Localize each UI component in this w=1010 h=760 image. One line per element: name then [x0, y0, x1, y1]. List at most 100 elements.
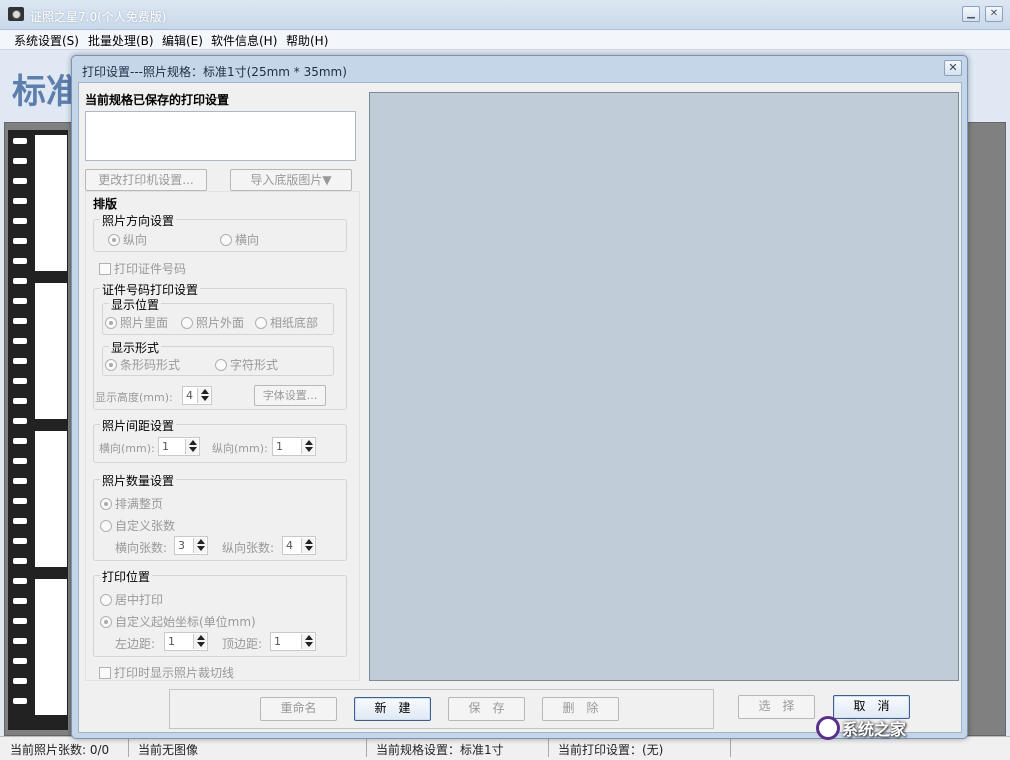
- display-position-group: 显示位置 照片里面 照片外面 相纸底部: [102, 296, 334, 335]
- select-button[interactable]: 选 择: [738, 695, 815, 719]
- spinner-arrows-icon[interactable]: [301, 439, 314, 454]
- font-settings-button[interactable]: 字体设置...: [254, 385, 326, 406]
- print-settings-dialog: 打印设置---照片规格：标准1寸(25mm * 35mm) ✕ 当前规格已保存的…: [71, 55, 968, 739]
- spacing-group: 照片间距设置 横向(mm): 1 纵向(mm): 1: [93, 417, 347, 463]
- cut-line-checkbox[interactable]: 打印时显示照片裁切线: [99, 664, 234, 681]
- new-button[interactable]: 新 建: [354, 697, 431, 721]
- film-frame[interactable]: [34, 578, 68, 716]
- spinner-arrows-icon[interactable]: [197, 388, 210, 403]
- status-separator: [730, 739, 731, 757]
- display-height-stepper[interactable]: 4: [182, 386, 212, 405]
- spinner-arrows-icon[interactable]: [301, 538, 314, 553]
- film-hole: [13, 438, 27, 444]
- spacing-v-label: 纵向(mm):: [212, 442, 268, 455]
- film-hole: [13, 238, 27, 244]
- save-button[interactable]: 保 存: [448, 697, 525, 721]
- spinner-arrows-icon[interactable]: [193, 634, 206, 649]
- dialog-close-button[interactable]: ✕: [944, 60, 962, 76]
- menu-system-settings[interactable]: 系统设置(S): [14, 32, 79, 49]
- radio-selected-icon: [105, 317, 117, 329]
- watermark-logo-icon: [816, 716, 840, 740]
- film-hole: [13, 558, 27, 564]
- pos-outside-option[interactable]: 照片外面: [181, 314, 244, 331]
- form-char-option[interactable]: 字符形式: [215, 356, 278, 373]
- radio-selected-icon: [105, 359, 117, 371]
- pos-inside-option[interactable]: 照片里面: [105, 314, 168, 331]
- h-count-label: 横向张数:: [115, 541, 168, 555]
- cut-line-label: 打印时显示照片裁切线: [114, 666, 235, 680]
- pos-inside-label: 照片里面: [120, 316, 169, 330]
- status-photo-count: 当前照片张数: 0/0: [10, 743, 110, 757]
- left-margin-stepper[interactable]: 1: [164, 632, 208, 651]
- radio-icon: [181, 317, 193, 329]
- import-background-button[interactable]: 导入底版图片▼: [230, 169, 352, 191]
- landscape-label: 横向: [235, 233, 260, 247]
- film-frame[interactable]: [34, 282, 68, 420]
- menu-software-info[interactable]: 软件信息(H): [211, 32, 277, 49]
- radio-icon: [100, 520, 112, 532]
- menu-edit[interactable]: 编辑(E): [162, 32, 203, 49]
- print-id-checkbox[interactable]: 打印证件号码: [99, 260, 186, 277]
- custom-count-option[interactable]: 自定义张数: [100, 517, 175, 534]
- film-hole: [13, 198, 27, 204]
- change-printer-button[interactable]: 更改打印机设置...: [85, 169, 207, 191]
- film-frame[interactable]: [34, 134, 68, 272]
- top-margin-value: 1: [274, 635, 281, 648]
- portrait-label: 纵向: [123, 233, 148, 247]
- film-hole: [13, 498, 27, 504]
- film-hole: [13, 458, 27, 464]
- film-frame[interactable]: [34, 430, 68, 568]
- spinner-arrows-icon[interactable]: [193, 538, 206, 553]
- film-hole: [13, 538, 27, 544]
- h-count-stepper[interactable]: 3: [174, 536, 208, 555]
- film-hole: [13, 358, 27, 364]
- film-hole: [13, 378, 27, 384]
- status-spec: 当前规格设置：标准1寸: [376, 743, 504, 757]
- saved-settings-list[interactable]: [85, 111, 356, 161]
- custom-coords-option[interactable]: 自定义起始坐标(单位mm): [100, 613, 256, 630]
- spinner-arrows-icon[interactable]: [301, 634, 314, 649]
- film-hole: [13, 338, 27, 344]
- print-id-label: 打印证件号码: [114, 262, 187, 276]
- close-window-button[interactable]: ✕: [985, 6, 1003, 22]
- center-print-option[interactable]: 居中打印: [100, 591, 163, 608]
- film-hole: [13, 598, 27, 604]
- film-hole: [13, 578, 27, 584]
- orientation-landscape-option[interactable]: 横向: [220, 231, 259, 248]
- rename-button[interactable]: 重命名: [260, 697, 337, 721]
- v-count-stepper[interactable]: 4: [282, 536, 316, 555]
- orientation-label: 照片方向设置: [100, 212, 177, 229]
- film-hole: [13, 138, 27, 144]
- saved-settings-title: 当前规格已保存的打印设置: [85, 93, 230, 107]
- menu-batch[interactable]: 批量处理(B): [88, 32, 154, 49]
- film-hole: [13, 258, 27, 264]
- spinner-arrows-icon[interactable]: [185, 439, 198, 454]
- status-print: 当前打印设置：(无): [558, 743, 664, 757]
- film-hole: [13, 158, 27, 164]
- minimize-button[interactable]: ▁: [962, 6, 980, 22]
- orientation-portrait-option[interactable]: 纵向: [108, 231, 147, 248]
- custom-coords-label: 自定义起始坐标(单位mm): [115, 615, 256, 629]
- main-window-title: 证照之星7.0(个人免费版): [30, 10, 167, 24]
- spacing-h-label: 横向(mm):: [99, 442, 155, 455]
- pos-outside-label: 照片外面: [196, 316, 245, 330]
- spacing-v-stepper[interactable]: 1: [272, 437, 316, 456]
- radio-selected-icon: [108, 234, 120, 246]
- spacing-h-stepper[interactable]: 1: [158, 437, 200, 456]
- film-hole: [13, 398, 27, 404]
- menu-help[interactable]: 帮助(H): [286, 32, 328, 49]
- radio-selected-icon: [100, 616, 112, 628]
- h-count-value: 3: [178, 539, 185, 552]
- pos-bottom-option[interactable]: 相纸底部: [255, 314, 318, 331]
- film-hole: [13, 278, 27, 284]
- fill-page-label: 排满整页: [115, 497, 164, 511]
- fill-page-option[interactable]: 排满整页: [100, 495, 163, 512]
- orientation-group: 照片方向设置 纵向 横向: [93, 212, 347, 252]
- v-count-label: 纵向张数:: [222, 541, 275, 555]
- film-hole: [13, 318, 27, 324]
- top-margin-stepper[interactable]: 1: [270, 632, 316, 651]
- form-barcode-option[interactable]: 条形码形式: [105, 356, 180, 373]
- form-char-label: 字符形式: [230, 358, 279, 372]
- checkbox-icon: [99, 667, 111, 679]
- delete-button[interactable]: 删 除: [542, 697, 619, 721]
